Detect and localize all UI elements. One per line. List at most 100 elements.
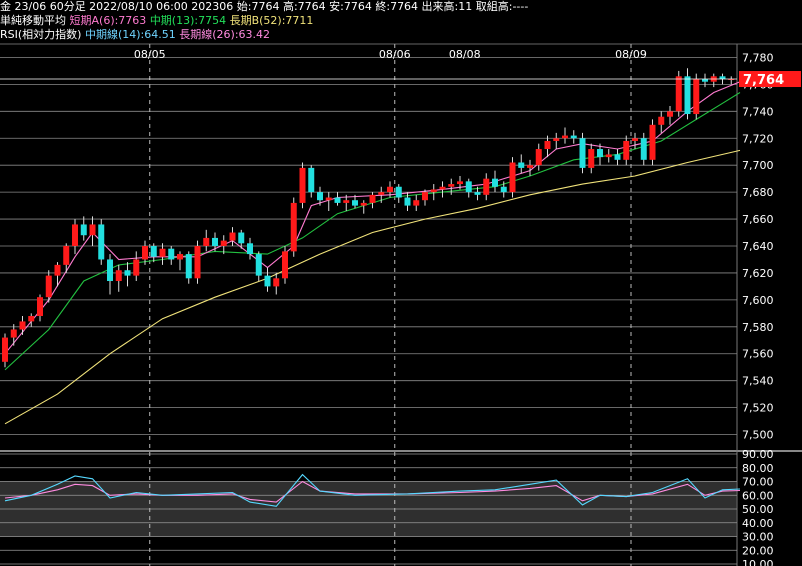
candle-body [719,76,726,80]
candle-body [133,259,140,276]
candle-body [360,202,367,206]
candle [553,132,560,150]
candle [570,130,577,144]
candle-body [54,264,61,276]
candle-body [334,197,341,203]
candle-body [553,138,560,141]
price-tick-label: 7,640 [742,240,774,253]
ma-mid-line [4,92,741,371]
ma-mid-legend: 中期(13):7754 [149,14,227,27]
ma-short-legend: 短期A(6):7763 [69,14,147,27]
candle [212,232,218,252]
chart-canvas: 08/0508/0608/0808/0908/10 7,500 7,520 7,54… [0,43,802,566]
candle-body [273,278,280,287]
candle-body [448,184,455,187]
ma-long-legend: 長期B(52):7711 [229,14,314,27]
candle [80,216,87,241]
candle-body [159,248,166,257]
candle [579,132,586,174]
candle-body [142,246,148,260]
candle-body [535,149,542,166]
price-tick-label: 7,500 [742,429,774,442]
candle-body [465,181,472,193]
candle-body [45,275,52,298]
candles [2,68,735,368]
candle [623,135,630,166]
candle [45,270,52,303]
price-axis: 7,500 7,520 7,540 7,560 7,580 7,600 7,620 7,640… [742,51,774,441]
candle-body [640,138,647,160]
candle [72,219,78,255]
rsi-tick-label: 30.00 [742,531,774,544]
candle-body [107,259,113,282]
candle-body [439,186,446,190]
candle [527,159,533,176]
candle-body [430,189,437,193]
candle [649,119,656,166]
candle [334,192,341,206]
price-tick-label: 7,600 [742,294,774,307]
ma-short-line [4,81,741,355]
candle-body [702,79,708,82]
rsi-tick-label: 50.00 [742,503,774,516]
candle-body [80,224,87,236]
rsi-tick-label: 40.00 [742,517,774,530]
rsi-tick-label: 60.00 [742,489,774,502]
candle [115,264,122,292]
rsi-mid-legend: 中期線(14):64.51 [84,28,176,41]
candle-body [658,116,665,125]
candle [282,246,288,284]
price-tick-label: 7,520 [742,402,774,415]
candle-body [220,240,227,246]
candle-body [474,192,481,195]
candle-body [623,140,630,160]
candle-body [369,194,376,203]
date-label: 08/08 [449,48,481,61]
candle-body [115,270,122,282]
candle-body [10,329,17,338]
candle [2,333,8,368]
candle [640,132,647,166]
candle [150,243,157,263]
current-price-label: 7,764 [743,73,784,88]
price-tick-label: 7,700 [742,159,774,172]
ma-legend: 単純移動平均 短期A(6):7763 中期(13):7754 長期B(52):7… [0,14,313,28]
price-tick-label: 7,680 [742,186,774,199]
rsi-tick-label: 20.00 [742,544,774,557]
candle-body [675,76,682,112]
ma-legend-title: 単純移動平均 [0,14,66,27]
candle-body [299,167,306,203]
candle-body [282,251,288,279]
candle [124,262,131,287]
candle [413,194,420,211]
candle [509,157,516,198]
candle-body [37,297,43,317]
candle-body [203,237,210,246]
candle-body [395,186,402,198]
candle-body [413,200,420,206]
date-labels: 08/0508/0608/0808/0908/10 [134,48,647,61]
candle-body [404,197,411,206]
candle [299,162,306,209]
candle [308,165,315,198]
candle-body [422,192,428,201]
candle [203,229,210,252]
candle-body [492,178,498,187]
candle-body [597,149,603,158]
price-tick-label: 7,540 [742,375,774,388]
candle-body [649,124,656,160]
candle-body [352,200,358,206]
candle-body [238,232,245,244]
candle-body [317,192,323,201]
grid-lines [0,43,802,566]
candle [273,272,280,295]
rsi-tick-label: 70.00 [742,476,774,489]
candle [98,219,105,265]
candle-body [2,337,8,362]
candle [710,73,717,88]
candle-body [247,243,253,255]
date-label: 08/05 [134,48,166,61]
candle [465,178,472,198]
candle-body [255,254,262,276]
candle-body [667,111,673,117]
